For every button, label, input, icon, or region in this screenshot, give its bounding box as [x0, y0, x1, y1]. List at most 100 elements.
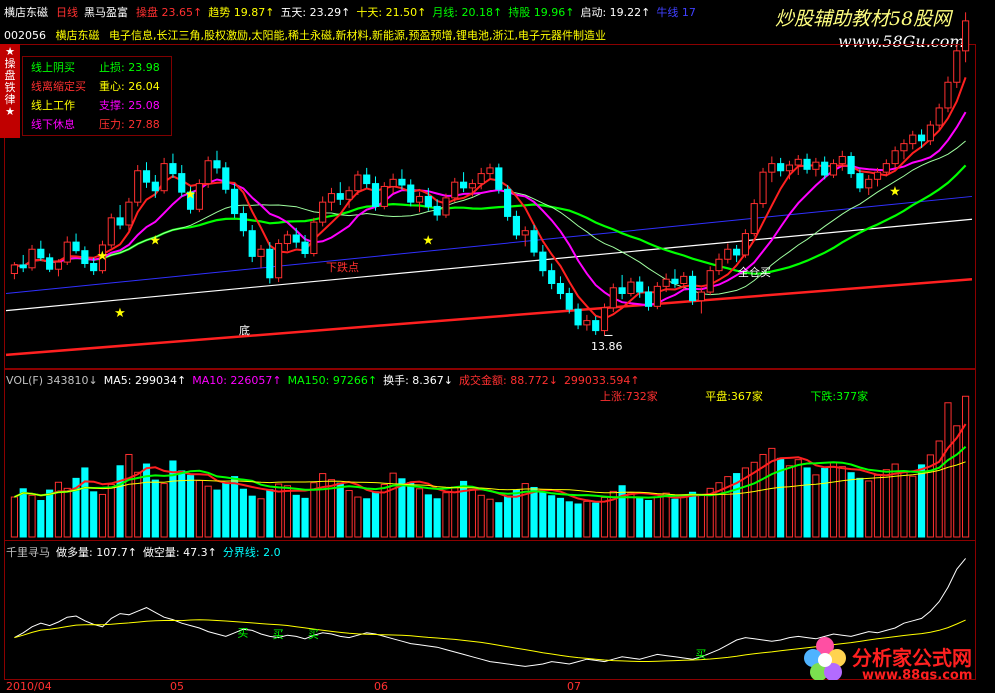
candle-body	[468, 183, 476, 189]
volume-bar	[222, 482, 230, 538]
candle-body	[600, 307, 609, 332]
candle-body	[512, 215, 521, 236]
candle-body	[644, 291, 653, 307]
rules-badge: ★ 操 盘 铁 律 ★	[0, 44, 20, 138]
candle-body	[521, 230, 529, 236]
volume-bar	[556, 497, 565, 538]
candle-body	[63, 241, 71, 263]
volume-bar	[856, 477, 864, 538]
volume-bar	[592, 502, 600, 538]
candle-body	[283, 234, 292, 245]
candle-body	[248, 230, 256, 257]
candle-body	[380, 185, 388, 207]
candle-body	[909, 134, 917, 145]
breadth-up: 上涨:732家	[600, 390, 658, 403]
osc-value-3: 2.0	[259, 546, 281, 559]
volume-bar	[565, 501, 573, 538]
volume-bar	[785, 465, 794, 538]
candle-body	[838, 155, 846, 165]
trading-rules-box: 线上阴买 止损: 23.98 线离缩定买 重心: 26.04 线上工作 支撑: …	[22, 56, 172, 136]
volume-bar	[63, 487, 71, 538]
candle-body	[257, 248, 265, 257]
candle-body	[829, 163, 838, 176]
x-axis: 2010/04 05 06 07	[0, 680, 995, 693]
volume-bar	[697, 493, 705, 538]
volume-bar	[495, 502, 503, 538]
star-marker: ★	[96, 249, 108, 264]
volume-bar	[81, 467, 89, 538]
volume-bar	[944, 402, 952, 538]
volume-bar	[19, 488, 27, 538]
vol-label-2: MA10:	[192, 374, 227, 387]
candle-body	[345, 190, 353, 200]
vol-label-5: 成交金额:	[459, 374, 507, 387]
vol-value-4: 8.367↓	[408, 374, 454, 387]
volume-bar	[468, 489, 476, 538]
vol-item-3: MA150: 97266↑	[288, 374, 377, 387]
candle-body	[301, 241, 309, 255]
star-marker: ★	[149, 233, 161, 248]
candle-body	[504, 188, 512, 217]
volume-bar	[909, 475, 917, 538]
candle-body	[371, 183, 380, 207]
volume-bar	[125, 453, 133, 538]
candle-body	[662, 278, 670, 287]
candle-body	[195, 183, 203, 210]
candle-body	[486, 167, 494, 175]
candle-body	[54, 261, 63, 270]
volume-bar	[195, 480, 203, 538]
osc-value-1: 107.7↑	[92, 546, 137, 559]
vol-label-1: MA5:	[103, 374, 132, 387]
candle-body	[319, 201, 327, 223]
volume-bar	[486, 498, 494, 538]
logo-text: 分析家公式网	[852, 646, 972, 670]
volume-bar	[600, 496, 609, 538]
candle-body	[926, 124, 934, 142]
candle-body	[592, 320, 600, 332]
vol-value-0: 343810↓	[43, 374, 98, 387]
candle-body	[733, 248, 741, 256]
candle-body	[680, 275, 688, 285]
volume-bar	[37, 500, 45, 538]
candle-body	[821, 161, 829, 176]
candle-body	[204, 160, 212, 185]
candle-body	[653, 285, 661, 307]
volume-bar	[407, 482, 415, 538]
osc-buy-mark: 买	[273, 628, 284, 641]
x-label-apr: 2010/04	[6, 680, 52, 693]
volume-bar	[794, 459, 802, 538]
volume-bar	[865, 480, 873, 538]
drop-point-annotation: 下跌点	[326, 261, 359, 274]
volume-bar	[662, 492, 670, 538]
star-marker: ★	[422, 233, 434, 248]
osc-value-2: 47.3↑	[179, 546, 217, 559]
candle-body	[363, 174, 371, 185]
breadth-down: 下跌:377家	[810, 390, 869, 403]
volume-bar	[134, 471, 142, 538]
candle-body	[125, 201, 133, 226]
vol-value-3: 97266↑	[329, 374, 378, 387]
candle-body	[759, 171, 767, 205]
candle-body	[231, 188, 239, 215]
volume-bar	[389, 472, 397, 538]
candle-body	[935, 107, 943, 126]
candle-body	[917, 134, 926, 142]
candle-body	[72, 241, 80, 252]
volume-bar	[504, 495, 512, 538]
volume-bar	[671, 498, 679, 538]
vol-value-5: 88.772↓	[506, 374, 558, 387]
vol-value-2: 226057↑	[226, 374, 282, 387]
candle-body	[37, 248, 45, 259]
flower-logo-icon	[795, 628, 855, 688]
volume-bar	[900, 470, 908, 538]
vol-item-2: MA10: 226057↑	[192, 374, 281, 387]
vol-value-6: 299033.594↑	[563, 374, 640, 387]
candle-body	[151, 181, 159, 192]
volume-bar	[292, 494, 300, 538]
volume-bar	[962, 395, 970, 538]
volume-bar	[354, 496, 362, 538]
candle-body	[90, 263, 98, 272]
volume-bar	[46, 489, 54, 538]
rule-3-left: 线上工作	[31, 99, 75, 112]
candle-body	[239, 213, 247, 232]
